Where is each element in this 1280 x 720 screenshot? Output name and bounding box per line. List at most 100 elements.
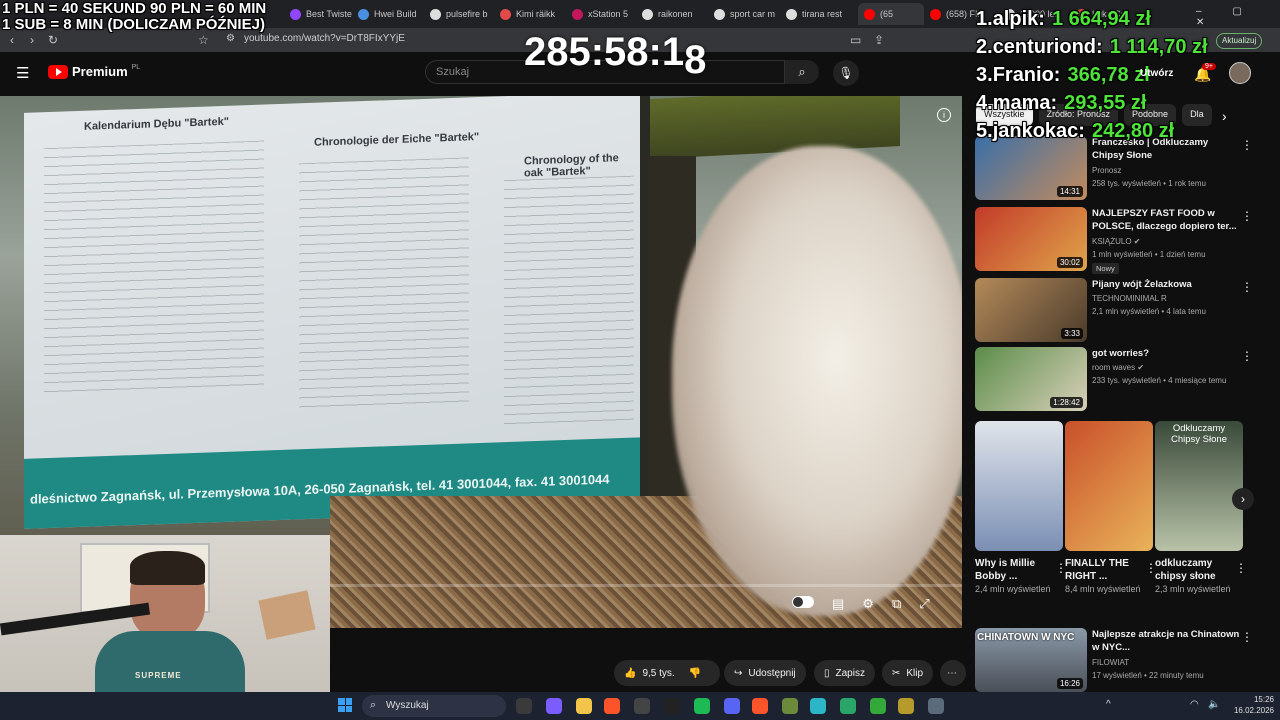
volume-icon[interactable]: 🔈 (1208, 699, 1220, 710)
list-item[interactable]: 30:02 NAJLEPSZY FAST FOOD w POLSCE, dlacz… (975, 207, 1265, 274)
github-icon[interactable] (664, 698, 680, 714)
fullscreen-icon[interactable]: ⤢ (919, 596, 929, 612)
clip-button[interactable]: ✂ Klip (882, 660, 934, 686)
leaf-app-icon[interactable] (870, 698, 886, 714)
video-thumbnail[interactable]: 3:33 (975, 278, 1087, 342)
youtube-logo[interactable]: Premium PL (48, 64, 140, 79)
file-explorer-icon[interactable] (516, 698, 532, 714)
url-text[interactable]: youtube.com/watch?v=DrT8FIxYYjE (244, 33, 405, 44)
channel-name[interactable]: FILOWIAT (1092, 658, 1129, 667)
tray-chevron-icon[interactable]: ^ (1106, 699, 1111, 710)
cast-icon[interactable]: ▭ (850, 33, 861, 47)
more-actions-button[interactable]: ⋯ (940, 660, 966, 686)
channel-name[interactable]: Pronosz (1092, 166, 1121, 175)
browser-tab[interactable]: raikonen (642, 3, 704, 25)
browser-tab[interactable]: Best Twisted (290, 3, 352, 25)
back-icon[interactable]: ‹ (10, 33, 14, 47)
shorts-next-button[interactable]: › (1232, 488, 1254, 510)
save-button[interactable]: ▯ Zapisz (814, 660, 875, 686)
copilot-icon[interactable] (546, 698, 562, 714)
short-item[interactable]: Why is Millie Bobby ... 2,4 mln wyświetle… (975, 421, 1067, 595)
spotify-icon[interactable] (694, 698, 710, 714)
browser-tab[interactable]: Kimi räikk (500, 3, 562, 25)
task-app-icon[interactable] (634, 698, 650, 714)
short-views: 8,4 mln wyświetleń (1065, 584, 1141, 594)
calculator-icon[interactable] (928, 698, 944, 714)
browser-tab[interactable]: pulsefire b (430, 3, 492, 25)
short-title[interactable]: FINALLY THE RIGHT ... (1065, 557, 1153, 583)
more-options-icon[interactable]: ⋮ (1241, 630, 1253, 644)
taskbar-search[interactable]: Wyszukaj (362, 695, 506, 717)
more-options-icon[interactable]: ⋮ (1241, 349, 1253, 363)
browser-tab[interactable]: (65 (858, 3, 924, 25)
minecraft-icon[interactable] (782, 698, 798, 714)
reload-icon[interactable]: ↻ (48, 33, 58, 47)
list-item[interactable]: 3:33 Pijany wójt Żelazkowa TECHNOMINIMAL R… (975, 278, 1265, 344)
update-browser-button[interactable]: Aktualizuj (1216, 33, 1263, 49)
like-icon[interactable]: 👍 (624, 668, 636, 679)
bookmark-icon[interactable]: ☆ (198, 33, 209, 47)
channel-name[interactable]: KSIĄŻULO ✔ (1092, 237, 1141, 246)
info-icon[interactable]: i (937, 108, 951, 122)
brave-active-icon[interactable] (752, 698, 768, 714)
settings-gear-icon[interactable]: ⚙ (862, 596, 874, 612)
browser-tab[interactable]: tirana rest (786, 3, 848, 25)
logo-country: PL (131, 64, 141, 71)
more-options-icon[interactable]: ⋮ (1241, 280, 1253, 294)
start-button[interactable] (338, 698, 352, 712)
video-duration: 1:28:42 (1050, 397, 1083, 408)
folder-icon[interactable] (576, 698, 592, 714)
channel-name[interactable]: room waves ✔ (1092, 363, 1144, 372)
menu-icon[interactable]: ☰ (16, 64, 29, 82)
short-thumbnail[interactable]: Odkluczamy Chipsy Słone (1155, 421, 1243, 551)
autoplay-toggle[interactable] (792, 596, 814, 608)
like-count[interactable]: 9,5 tys. (642, 668, 674, 679)
brave-icon[interactable] (604, 698, 620, 714)
donor-row: 5.jankokac: 242,80 zł (976, 120, 1276, 148)
video-thumbnail[interactable]: 1:28:42 (975, 347, 1087, 411)
search-button[interactable]: ⌕ (785, 60, 819, 84)
video-progress-bar[interactable] (330, 584, 962, 587)
short-title[interactable]: odkluczamy chipsy słone (1155, 557, 1243, 583)
vscode-icon[interactable] (898, 698, 914, 714)
site-info-icon[interactable]: ⚙ (226, 33, 235, 44)
short-thumbnail[interactable] (1065, 421, 1153, 551)
video-thumbnail[interactable]: CHINATOWN W NYC 16:26 (975, 628, 1087, 692)
share-page-icon[interactable]: ⇪ (874, 33, 884, 47)
more-options-icon[interactable]: ⋮ (1241, 209, 1253, 223)
miniplayer-icon[interactable]: ⧉ (892, 596, 901, 612)
game-icon[interactable] (840, 698, 856, 714)
wifi-icon[interactable]: ◠ (1190, 699, 1199, 710)
short-item[interactable]: Odkluczamy Chipsy Słone odkluczamy chipsy… (1155, 421, 1247, 595)
more-options-icon[interactable]: ⋮ (1235, 561, 1247, 575)
browser-tab[interactable]: sport car m (714, 3, 776, 25)
video-duration: 16:26 (1056, 678, 1083, 689)
browser-tab[interactable]: Hwei Build (358, 3, 420, 25)
subtitles-icon[interactable]: ▤ (832, 596, 844, 612)
list-item[interactable]: 1:28:42 got worries? room waves ✔ 233 tys. … (975, 347, 1265, 413)
short-title[interactable]: Why is Millie Bobby ... (975, 557, 1063, 583)
browser-tab[interactable]: xStation 5 (572, 3, 634, 25)
video-title[interactable]: Najlepsze atrakcje na Chinatown w NYC... (1092, 628, 1242, 654)
tab-favicon-icon (430, 8, 441, 20)
taskbar-clock[interactable]: 15:26 16.02.2026 (1226, 694, 1274, 716)
forward-icon[interactable]: › (30, 33, 34, 47)
account-avatar[interactable] (1229, 62, 1251, 84)
discord-icon[interactable] (724, 698, 740, 714)
short-thumbnail[interactable] (975, 421, 1063, 551)
dislike-icon[interactable]: 👎 (689, 668, 701, 679)
video-title[interactable]: got worries? (1092, 347, 1242, 360)
channel-name[interactable]: TECHNOMINIMAL R (1092, 294, 1167, 303)
create-button[interactable]: Utwórz (1140, 68, 1173, 79)
video-title[interactable]: Pijany wójt Żelazkowa (1092, 278, 1242, 291)
video-title[interactable]: NAJLEPSZY FAST FOOD w POLSCE, dlaczego d… (1092, 207, 1242, 233)
notes-app-icon[interactable] (810, 698, 826, 714)
microphone-icon: 🎙 (838, 66, 854, 80)
window-controls[interactable]: – ▢ ✕ (1196, 6, 1280, 28)
voice-search-button[interactable]: 🎙 (833, 60, 859, 86)
video-thumbnail[interactable]: 30:02 (975, 207, 1087, 271)
list-item[interactable]: CHINATOWN W NYC 16:26 Najlepsze atrakcje… (975, 628, 1265, 694)
short-item[interactable]: FINALLY THE RIGHT ... 8,4 mln wyświetleń ⋮ (1065, 421, 1157, 595)
share-button[interactable]: ↪ Udostępnij (724, 660, 806, 686)
new-badge: Nowy (1092, 263, 1119, 274)
